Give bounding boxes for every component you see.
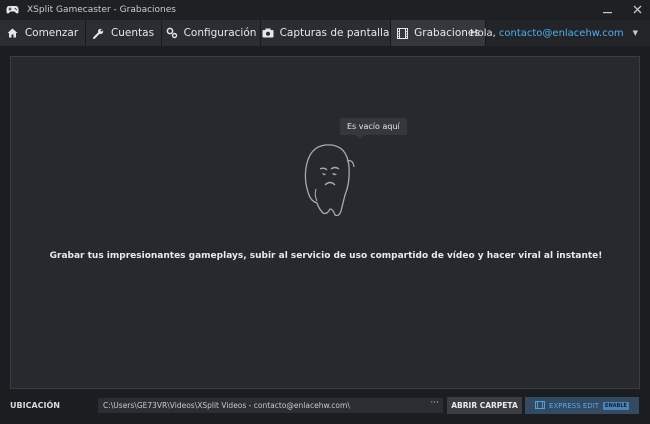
location-label: UBICACIÓN — [10, 401, 60, 410]
empty-message: Grabar tus impresionantes gameplays, sub… — [49, 251, 603, 261]
tab-comenzar[interactable]: Comenzar — [0, 20, 86, 46]
tab-bar: Comenzar Cuentas Configuración Capturas … — [0, 20, 650, 46]
tab-label: Configuración — [183, 27, 257, 39]
film-icon — [396, 27, 408, 39]
enable-badge: ENABLE — [603, 401, 629, 410]
gamepad-icon — [6, 4, 19, 17]
home-icon — [7, 27, 19, 39]
recording-path-field[interactable]: C:\Users\GE73VR\Videos\XSplit Videos - c… — [98, 398, 443, 413]
tab-label: Cuentas — [110, 27, 155, 39]
tab-configuracion[interactable]: Configuración — [162, 20, 261, 46]
chevron-down-icon[interactable]: ▼ — [633, 29, 638, 37]
sad-ghost-icon — [297, 139, 357, 221]
footer-bar: UBICACIÓN C:\Users\GE73VR\Videos\XSplit … — [0, 390, 650, 424]
open-folder-button[interactable]: ABRIR CARPETA — [447, 397, 522, 414]
browse-button[interactable]: ··· — [430, 398, 439, 408]
tab-capturas[interactable]: Capturas de pantalla — [261, 20, 391, 46]
express-edit-label: EXPRESS EDIT — [549, 401, 600, 410]
close-icon[interactable] — [630, 2, 644, 16]
tab-label: Comenzar — [24, 27, 79, 39]
window-title: XSplit Gamecaster - Grabaciones — [27, 5, 176, 15]
path-text: C:\Users\GE73VR\Videos\XSplit Videos - c… — [103, 401, 350, 410]
user-email[interactable]: contacto@enlacehw.com — [499, 28, 624, 39]
gears-icon — [166, 27, 178, 39]
camera-icon — [262, 27, 274, 39]
tab-label: Capturas de pantalla — [279, 27, 390, 39]
film-strip-icon — [535, 400, 545, 411]
express-edit-button[interactable]: EXPRESS EDIT ENABLE — [525, 397, 639, 414]
empty-tooltip: Es vacío aquí — [340, 118, 407, 139]
user-menu[interactable]: Hola, contacto@enlacehw.com ▼ — [470, 20, 650, 46]
wrench-icon — [93, 27, 105, 39]
tab-cuentas[interactable]: Cuentas — [86, 20, 162, 46]
recordings-panel: Es vacío aquí Grabar tus impresionantes … — [10, 56, 640, 389]
user-greeting: Hola, — [470, 27, 496, 39]
title-bar: XSplit Gamecaster - Grabaciones — [0, 0, 650, 20]
minimize-icon[interactable] — [600, 2, 614, 16]
